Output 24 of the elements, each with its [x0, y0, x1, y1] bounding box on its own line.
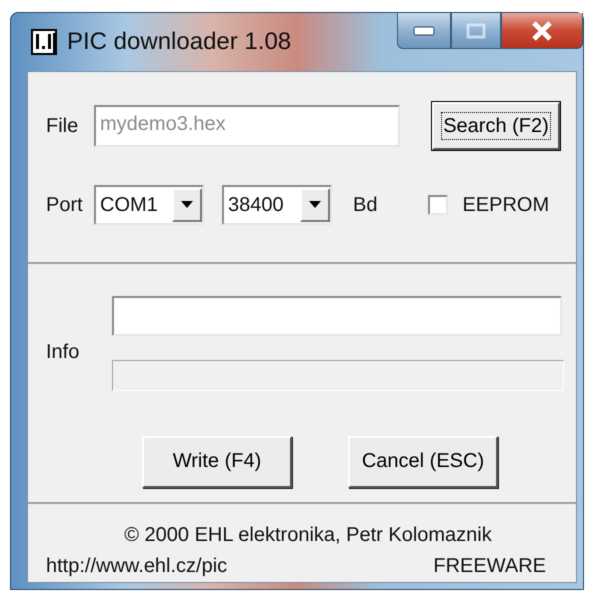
port-dropdown[interactable]: COM1 [94, 185, 204, 225]
maximize-button[interactable] [451, 13, 501, 49]
license-text: FREEWARE [433, 555, 546, 578]
dropdown-arrow-icon [181, 201, 193, 209]
dropdown-arrow-icon [309, 201, 321, 209]
action-button[interactable]: Cancel (ESC) [348, 436, 498, 488]
action-button[interactable]: Write (F4) [142, 436, 292, 488]
minimize-button[interactable] [397, 13, 451, 49]
baud-dropdown[interactable]: 38400 [222, 185, 332, 225]
minimize-icon [413, 26, 435, 36]
eeprom-label: EEPROM [462, 194, 550, 216]
file-label: File [46, 114, 80, 138]
website-url: http://www.ehl.cz/pic [46, 555, 228, 578]
baud-unit: Bd [353, 194, 378, 216]
search-button[interactable]: Search (F2) [432, 102, 560, 150]
close-button[interactable] [501, 13, 583, 49]
app-icon [31, 29, 57, 55]
port-label: Port [46, 194, 84, 216]
copyright-text: © 2000 EHL elektronika, Petr Kolomaznik [124, 524, 492, 547]
info-label: Info [46, 341, 80, 364]
close-icon [531, 20, 553, 40]
window-title: PIC downloader 1.08 [67, 28, 292, 56]
maximize-icon [466, 22, 486, 38]
eeprom-checkbox[interactable] [428, 195, 448, 215]
